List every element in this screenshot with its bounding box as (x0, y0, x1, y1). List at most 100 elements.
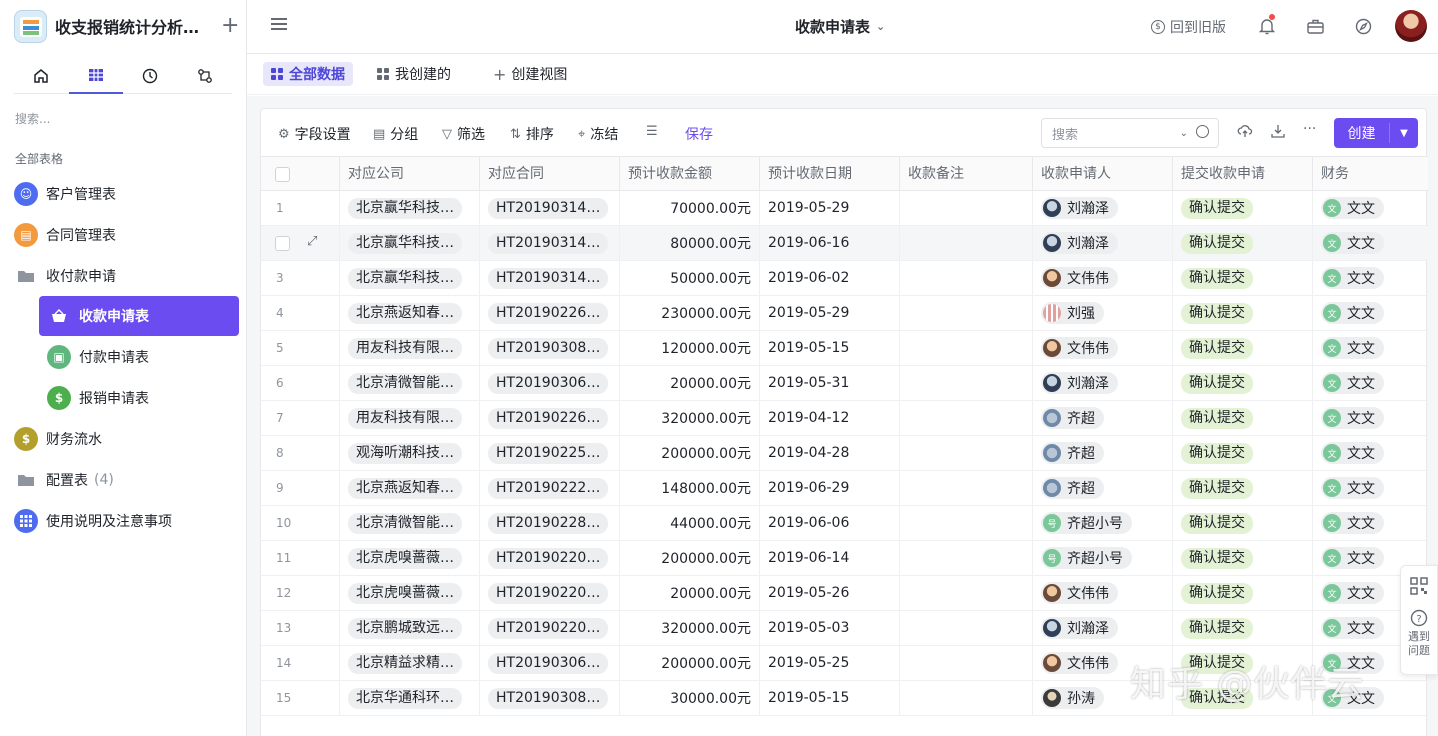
amount-cell[interactable]: 20000.00元 (619, 576, 759, 610)
amount-cell[interactable]: 70000.00元 (619, 191, 759, 225)
contract-cell[interactable]: HT20190314… (479, 226, 619, 260)
date-cell[interactable]: 2019-05-03 (759, 611, 899, 645)
status-cell[interactable]: 确认提交 (1172, 646, 1312, 680)
amount-cell[interactable]: 200000.00元 (619, 436, 759, 470)
contract-cell[interactable]: HT20190306… (479, 366, 619, 400)
save-button[interactable]: 保存 (685, 124, 713, 144)
applicant-cell[interactable]: 号齐超小号 (1032, 541, 1172, 575)
sidebar-folder-config[interactable]: 配置表 (4) (14, 460, 240, 500)
amount-cell[interactable]: 30000.00元 (619, 681, 759, 715)
contract-cell[interactable]: HT20190308… (479, 331, 619, 365)
tab-workflow[interactable] (178, 58, 233, 94)
status-cell[interactable]: 确认提交 (1172, 191, 1312, 225)
column-header[interactable]: 财务 (1312, 157, 1428, 191)
company-cell[interactable]: 北京虎嗅蔷薇… (339, 541, 479, 575)
table-row[interactable]: 11 北京虎嗅蔷薇… HT20190220… 200000.00元 2019-06-14… (261, 541, 1428, 576)
sidebar-folder-payments[interactable]: 收付款申请 (14, 256, 240, 296)
table-row[interactable]: 10 北京清微智能… HT20190228… 44000.00元 2019-06-06 号… (261, 506, 1428, 541)
applicant-cell[interactable]: 文伟伟 (1032, 261, 1172, 295)
company-cell[interactable]: 观海听潮科技… (339, 436, 479, 470)
date-cell[interactable]: 2019-05-15 (759, 681, 899, 715)
table-row[interactable]: 6 北京清微智能… HT20190306… 20000.00元 2019-05-31 刘瀚… (261, 366, 1428, 401)
finance-cell[interactable]: 文文文 (1312, 261, 1428, 295)
tab-home[interactable] (14, 58, 69, 94)
finance-cell[interactable]: 文文文 (1312, 436, 1428, 470)
note-cell[interactable] (899, 366, 1032, 400)
app-title[interactable]: 收支报销统计分析… (55, 14, 205, 38)
tab-all-data[interactable]: 全部数据 (263, 62, 353, 86)
amount-cell[interactable]: 80000.00元 (619, 226, 759, 260)
applicant-cell[interactable]: 孙涛 (1032, 681, 1172, 715)
table-row[interactable]: 9 北京燕返知春… HT20190222… 148000.00元 2019-06-29 齐… (261, 471, 1428, 506)
note-cell[interactable] (899, 261, 1032, 295)
status-cell[interactable]: 确认提交 (1172, 331, 1312, 365)
contract-cell[interactable]: HT20190228… (479, 506, 619, 540)
note-cell[interactable] (899, 506, 1032, 540)
status-cell[interactable]: 确认提交 (1172, 681, 1312, 715)
date-cell[interactable]: 2019-06-06 (759, 506, 899, 540)
date-cell[interactable]: 2019-05-26 (759, 576, 899, 610)
add-icon[interactable]: + (221, 15, 239, 37)
date-cell[interactable]: 2019-06-16 (759, 226, 899, 260)
status-cell[interactable]: 确认提交 (1172, 471, 1312, 505)
status-cell[interactable]: 确认提交 (1172, 576, 1312, 610)
amount-cell[interactable]: 230000.00元 (619, 296, 759, 330)
applicant-cell[interactable]: 刘瀚泽 (1032, 611, 1172, 645)
qrcode-icon[interactable] (1401, 576, 1437, 599)
column-header[interactable]: 收款备注 (899, 157, 1032, 191)
expand-icon[interactable]: ⤢ (307, 234, 317, 249)
table-row[interactable]: 7 用友科技有限… HT20190226… 320000.00元 2019-04-12 齐… (261, 401, 1428, 436)
amount-cell[interactable]: 20000.00元 (619, 366, 759, 400)
amount-cell[interactable]: 120000.00元 (619, 331, 759, 365)
finance-cell[interactable]: 文文文 (1312, 401, 1428, 435)
freeze-button[interactable]: ⌖ 冻结 (578, 124, 618, 144)
contract-cell[interactable]: HT20190225… (479, 436, 619, 470)
applicant-cell[interactable]: 刘瀚泽 (1032, 226, 1172, 260)
amount-cell[interactable]: 148000.00元 (619, 471, 759, 505)
row-checkbox[interactable] (275, 236, 290, 251)
status-cell[interactable]: 确认提交 (1172, 436, 1312, 470)
date-cell[interactable]: 2019-05-25 (759, 646, 899, 680)
amount-cell[interactable]: 44000.00元 (619, 506, 759, 540)
company-cell[interactable]: 用友科技有限… (339, 401, 479, 435)
contract-cell[interactable]: HT20190226… (479, 401, 619, 435)
applicant-cell[interactable]: 齐超 (1032, 401, 1172, 435)
column-header[interactable]: 对应合同 (479, 157, 619, 191)
table-row[interactable]: 8 观海听潮科技… HT20190225… 200000.00元 2019-04-28 齐… (261, 436, 1428, 471)
finance-cell[interactable]: 文文文 (1312, 296, 1428, 330)
status-cell[interactable]: 确认提交 (1172, 296, 1312, 330)
sidebar-item-payment-requests[interactable]: ▣ 付款申请表 (39, 337, 239, 377)
status-cell[interactable]: 确认提交 (1172, 401, 1312, 435)
date-cell[interactable]: 2019-05-15 (759, 331, 899, 365)
search-input[interactable]: 搜索 ⌄ (1041, 118, 1219, 148)
contract-cell[interactable]: HT20190220… (479, 541, 619, 575)
filter-button[interactable]: ▽ 筛选 (442, 124, 485, 144)
note-cell[interactable] (899, 646, 1032, 680)
user-avatar[interactable] (1395, 10, 1427, 42)
applicant-cell[interactable]: 齐超 (1032, 471, 1172, 505)
note-cell[interactable] (899, 541, 1032, 575)
date-cell[interactable]: 2019-04-28 (759, 436, 899, 470)
date-cell[interactable]: 2019-06-14 (759, 541, 899, 575)
company-cell[interactable]: 用友科技有限… (339, 331, 479, 365)
contract-cell[interactable]: HT20190314… (479, 191, 619, 225)
note-cell[interactable] (899, 436, 1032, 470)
table-row[interactable]: 12 北京虎嗅蔷薇… HT20190220… 20000.00元 2019-05-26 文… (261, 576, 1428, 611)
note-cell[interactable] (899, 401, 1032, 435)
company-cell[interactable]: 北京精益求精… (339, 646, 479, 680)
column-header[interactable]: 收款申请人 (1032, 157, 1172, 191)
contract-cell[interactable]: HT20190222… (479, 471, 619, 505)
finance-cell[interactable]: 文文文 (1312, 366, 1428, 400)
note-cell[interactable] (899, 296, 1032, 330)
contract-cell[interactable]: HT20190226… (479, 296, 619, 330)
finance-cell[interactable]: 文文文 (1312, 471, 1428, 505)
sidebar-item-instructions[interactable]: 使用说明及注意事项 (14, 501, 240, 541)
finance-cell[interactable]: 文文文 (1312, 331, 1428, 365)
amount-cell[interactable]: 50000.00元 (619, 261, 759, 295)
applicant-cell[interactable]: 文伟伟 (1032, 576, 1172, 610)
table-row[interactable]: 13 北京鹏城致远… HT20190220… 320000.00元 2019-05-03… (261, 611, 1428, 646)
applicant-cell[interactable]: 刘瀚泽 (1032, 366, 1172, 400)
date-cell[interactable]: 2019-05-29 (759, 191, 899, 225)
status-cell[interactable]: 确认提交 (1172, 611, 1312, 645)
export-button[interactable] (1270, 123, 1286, 139)
